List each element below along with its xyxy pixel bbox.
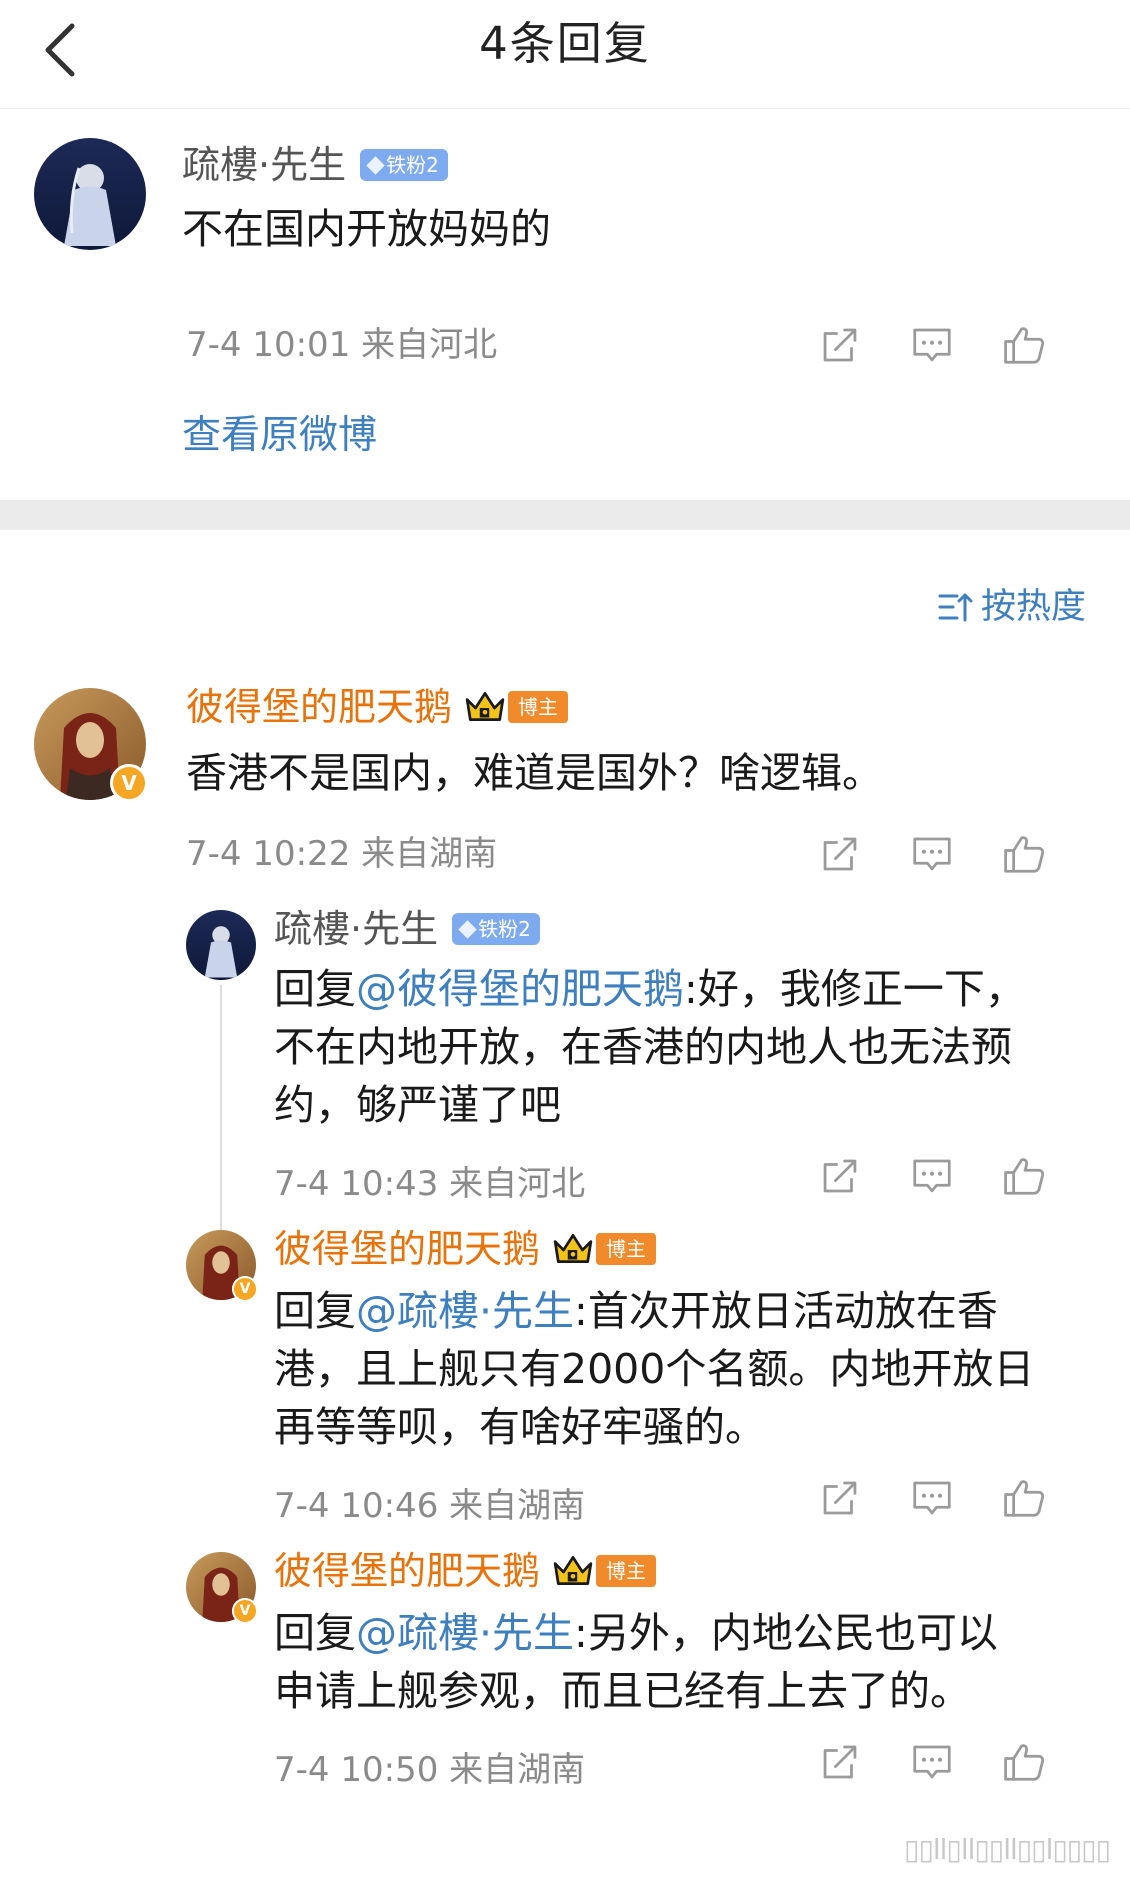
comment-button[interactable]: [886, 1734, 978, 1790]
reply-line2: 港，且上舰只有2000个名额。内地开放日: [274, 1345, 1035, 1393]
repost-button[interactable]: [794, 826, 886, 882]
badge-label: 铁粉2: [478, 917, 531, 941]
reply-line2: 不在内地开放，在香港的内地人也无法预: [274, 1023, 1012, 1071]
view-original-link[interactable]: 查看原微博: [182, 410, 377, 462]
username[interactable]: 疏樓·先生: [182, 140, 346, 190]
reply-prefix: 回复: [274, 1609, 356, 1657]
repost-icon: [817, 1153, 863, 1199]
mention-link[interactable]: @彼得堡的肥天鹅: [356, 965, 684, 1013]
verified-badge: V: [232, 1276, 258, 1302]
repost-button[interactable]: [794, 1470, 886, 1526]
verified-badge: V: [232, 1598, 258, 1624]
host-badge: 博主: [552, 1231, 657, 1267]
thumbs-up-icon: [1001, 1153, 1047, 1199]
reply-prefix: 回复: [274, 1287, 356, 1335]
comment-button[interactable]: [886, 826, 978, 882]
reply-text: 回复@疏樓·先生:另外，内地公民也可以 申请上舰参观，而且已经有上去了的。: [274, 1604, 1094, 1720]
diamond-icon: [458, 919, 477, 939]
diamond-icon: [366, 155, 385, 175]
thumbs-up-icon: [1001, 1739, 1047, 1785]
verified-badge: V: [110, 764, 148, 802]
like-button[interactable]: [978, 1148, 1070, 1204]
reply-line3: 约，够严谨了吧: [274, 1081, 561, 1129]
host-badge: 博主: [552, 1553, 657, 1589]
comment-icon: [909, 831, 955, 877]
reply-prefix: 回复: [274, 965, 356, 1013]
reply-text: 回复@疏樓·先生:首次开放日活动放在香 港，且上舰只有2000个名额。内地开放日…: [274, 1282, 1094, 1456]
comment-button[interactable]: [886, 317, 978, 373]
crown-icon: [552, 1231, 594, 1267]
comment-icon: [909, 1475, 955, 1521]
comment-meta: 7-4 10:22 来自湖南: [186, 834, 498, 874]
repost-button[interactable]: [794, 317, 886, 373]
badge-label: 铁粉2: [386, 153, 439, 177]
comment-text: 香港不是国内，难道是国外？啥逻辑。: [186, 749, 883, 797]
comment-icon: [909, 1153, 955, 1199]
avatar[interactable]: [186, 910, 256, 980]
comment-meta: 7-4 10:50 来自湖南: [274, 1750, 586, 1790]
crown-icon: [552, 1553, 594, 1589]
like-button[interactable]: [978, 317, 1070, 373]
host-badge: 博主: [464, 689, 569, 725]
avatar[interactable]: [34, 138, 146, 250]
thumbs-up-icon: [1001, 322, 1047, 368]
watermark: ▯▯ll▯ll▯▯ll▯▯l▯▯▯▯: [904, 1833, 1111, 1866]
reply-line1: :好，我修正一下，: [684, 965, 1026, 1013]
comment-text: 不在国内开放妈妈的: [182, 205, 551, 253]
repost-button[interactable]: [794, 1148, 886, 1204]
comment-icon: [909, 1739, 955, 1785]
avatar-image: [34, 138, 146, 250]
reply-line3: 再等等呗，有啥好牢骚的。: [274, 1403, 766, 1451]
sort-icon: [938, 593, 973, 622]
thumbs-up-icon: [1001, 831, 1047, 877]
reply-text: 回复@彼得堡的肥天鹅:好，我修正一下， 不在内地开放，在香港的内地人也无法预 约…: [274, 960, 1094, 1134]
reply-line1: :首次开放日活动放在香: [574, 1287, 998, 1335]
username[interactable]: 疏樓·先生: [274, 904, 438, 954]
comment-meta: 7-4 10:01 来自河北: [186, 325, 498, 365]
thumbs-up-icon: [1001, 1475, 1047, 1521]
like-button[interactable]: [978, 826, 1070, 882]
repost-icon: [817, 1739, 863, 1785]
like-button[interactable]: [978, 1470, 1070, 1526]
repost-button[interactable]: [794, 1734, 886, 1790]
comment-icon: [909, 322, 955, 368]
username[interactable]: 彼得堡的肥天鹅: [186, 682, 452, 732]
thread-line: [220, 985, 222, 1235]
sort-by-hot-button[interactable]: 按热度: [937, 582, 1086, 632]
comment-button[interactable]: [886, 1148, 978, 1204]
section-divider: [0, 500, 1130, 530]
sort-label: 按热度: [980, 587, 1086, 627]
repost-icon: [817, 831, 863, 877]
reply-line1: :另外，内地公民也可以: [574, 1609, 998, 1657]
host-tag: 博主: [596, 1555, 657, 1587]
fan-badge[interactable]: 铁粉2: [360, 149, 448, 181]
reply-line2: 申请上舰参观，而且已经有上去了的。: [274, 1667, 971, 1715]
comment-meta: 7-4 10:46 来自湖南: [274, 1486, 586, 1526]
host-tag: 博主: [596, 1233, 657, 1265]
comment-meta: 7-4 10:43 来自河北: [274, 1164, 586, 1204]
crown-icon: [464, 689, 506, 725]
repost-icon: [817, 1475, 863, 1521]
avatar-image: [186, 910, 256, 980]
username[interactable]: 彼得堡的肥天鹅: [274, 1224, 540, 1274]
comment-button[interactable]: [886, 1470, 978, 1526]
username[interactable]: 彼得堡的肥天鹅: [274, 1546, 540, 1596]
repost-icon: [817, 322, 863, 368]
top-bar: 4条回复: [0, 0, 1130, 109]
like-button[interactable]: [978, 1734, 1070, 1790]
mention-link[interactable]: @疏樓·先生: [356, 1609, 574, 1657]
host-tag: 博主: [508, 691, 569, 723]
mention-link[interactable]: @疏樓·先生: [356, 1287, 574, 1335]
fan-badge[interactable]: 铁粉2: [452, 913, 540, 945]
page-title: 4条回复: [479, 17, 651, 70]
